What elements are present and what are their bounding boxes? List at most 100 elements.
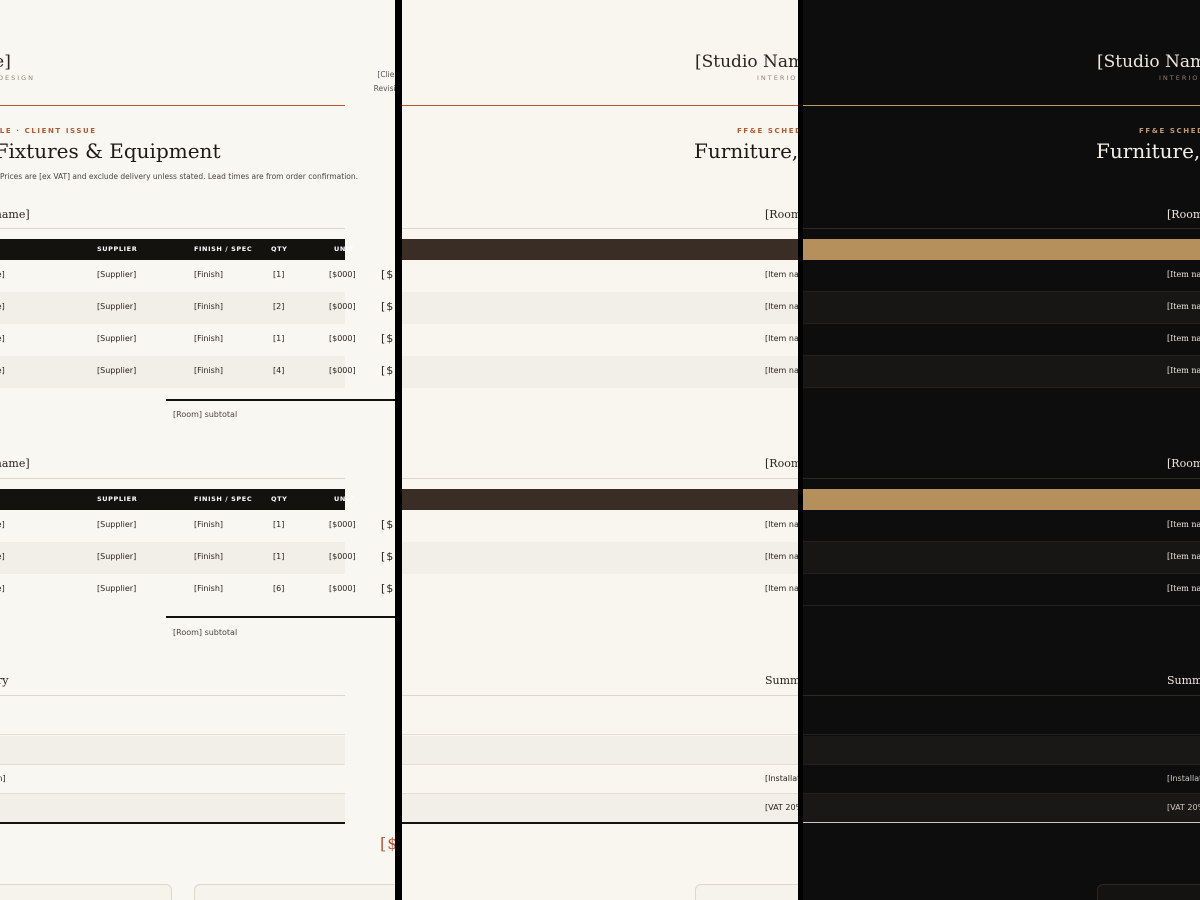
room-rule	[803, 478, 1200, 479]
summary-row-label: [Installation]	[765, 774, 798, 783]
item-supplier: [Supplier]	[97, 366, 137, 375]
preview-light-warm: [Studio Name] INTERIOR DESIGN [Client] R…	[402, 0, 798, 900]
grand-total-rule	[0, 822, 345, 824]
col-finish: FINISH / SPEC	[194, 245, 253, 253]
item-name: [Item name]	[1167, 302, 1200, 311]
page-title: Furniture, Fixtures & Equipment	[1096, 139, 1200, 163]
item-name: [Item name]	[765, 584, 798, 593]
item-total: [$000]	[381, 364, 395, 377]
summary-row	[803, 736, 1200, 765]
table-header: SUPPLIER FINISH / SPEC QTY UNIT	[803, 489, 1200, 510]
item-finish: [Finish]	[194, 302, 224, 311]
table-row: [Item name] [Supplier] [Finish] [6] [$00…	[803, 574, 1200, 606]
item-unit: [$000]	[329, 552, 356, 561]
room-rule	[0, 478, 345, 479]
summary-row: [Installation]	[0, 765, 345, 794]
meta-client: [Client]	[377, 70, 395, 79]
table-row: [Item name] [Supplier] [Finish] [6] [$00…	[402, 574, 798, 606]
summary-row	[402, 706, 798, 735]
item-name: [Item name]	[1167, 270, 1200, 279]
col-qty: QTY	[271, 495, 288, 503]
table-row: [Item name] [Supplier] [Finish] [4] [$00…	[0, 356, 395, 388]
signoff-card	[194, 884, 395, 900]
summary-row-label: [VAT 20%]	[1167, 803, 1200, 812]
item-name: [Item name]	[1167, 334, 1200, 343]
item-unit: [$000]	[329, 302, 356, 311]
item-unit: [$000]	[329, 366, 356, 375]
item-name: [Item name]	[1167, 584, 1200, 593]
table-row: [Item name] [Supplier] [Finish] [1] [$00…	[0, 510, 395, 542]
summary-row: [Installation]	[803, 765, 1200, 794]
grand-total-rule	[803, 822, 1200, 823]
room-rule	[402, 478, 798, 479]
room-heading: [Room name]	[1167, 208, 1200, 221]
item-supplier: [Supplier]	[97, 302, 137, 311]
item-finish: [Finish]	[194, 584, 224, 593]
item-name: [Item name]	[765, 302, 798, 311]
table-row: [Item name] [Supplier] [Finish] [1] [$00…	[803, 542, 1200, 574]
item-total: [$000]	[381, 300, 395, 313]
item-name: [Item name]	[0, 584, 5, 593]
table-row: [Item name] [Supplier] [Finish] [1] [$00…	[0, 324, 395, 356]
item-total: [$000]	[381, 332, 395, 345]
room-heading: [Room name]	[1167, 457, 1200, 470]
room-rule	[402, 228, 798, 229]
col-unit: UNIT	[334, 245, 354, 253]
room-subtotal-label: [Room] subtotal	[173, 410, 238, 419]
signoff-card	[1097, 884, 1200, 900]
item-name: [Item name]	[765, 520, 798, 529]
eyebrow-label: FF&E SCHEDULE · CLIENT ISSUE	[737, 127, 798, 135]
studio-name: [Studio Name]	[695, 52, 798, 72]
item-unit: [$000]	[329, 334, 356, 343]
item-unit: [$000]	[329, 270, 356, 279]
item-name: [Item name]	[0, 552, 5, 561]
table-row: [Item name] [Supplier] [Finish] [2] [$00…	[0, 292, 395, 324]
item-finish: [Finish]	[194, 366, 224, 375]
item-total: [$000]	[381, 582, 395, 595]
summary-row	[803, 706, 1200, 735]
summary-row: [VAT 20%]	[402, 794, 798, 823]
col-unit: UNIT	[334, 495, 354, 503]
item-name: [Item name]	[1167, 520, 1200, 529]
schedule-document: [Studio Name] INTERIOR DESIGN [Client] R…	[803, 0, 1200, 900]
item-total: [$000]	[381, 550, 395, 563]
item-name: [Item name]	[765, 334, 798, 343]
item-name: [Item name]	[0, 520, 5, 529]
summary-row: [VAT 20%]	[0, 794, 345, 823]
item-finish: [Finish]	[194, 520, 224, 529]
schedule-document: [Studio Name] INTERIOR DESIGN [Client] R…	[0, 0, 395, 900]
item-qty: [1]	[273, 520, 285, 529]
table-row: [Item name] [Supplier] [Finish] [1] [$00…	[402, 542, 798, 574]
subtotal-rule	[166, 616, 395, 618]
page-title: Furniture, Fixtures & Equipment	[694, 139, 798, 163]
preview-dark: [Studio Name] INTERIOR DESIGN [Client] R…	[803, 0, 1200, 900]
table-header: SUPPLIER FINISH / SPEC QTY UNIT	[402, 489, 798, 510]
item-supplier: [Supplier]	[97, 270, 137, 279]
table-row: [Item name] [Supplier] [Finish] [1] [$00…	[402, 260, 798, 292]
item-supplier: [Supplier]	[97, 334, 137, 343]
table-row: [Item name] [Supplier] [Finish] [2] [$00…	[402, 292, 798, 324]
document-meta: [Client] Revision	[205, 68, 395, 96]
summary-row: [Installation]	[402, 765, 798, 794]
room-rule	[0, 228, 345, 229]
table-row: [Item name] [Supplier] [Finish] [1] [$00…	[0, 542, 395, 574]
item-qty: [1]	[273, 552, 285, 561]
summary-rule	[803, 695, 1200, 696]
signoff-card	[0, 884, 172, 900]
header-rule	[402, 105, 798, 106]
table-row: [Item name] [Supplier] [Finish] [1] [$00…	[402, 324, 798, 356]
item-name: [Item name]	[1167, 552, 1200, 561]
grand-total: [$000]	[380, 834, 395, 853]
col-qty: QTY	[271, 245, 288, 253]
table-row: [Item name] [Supplier] [Finish] [1] [$00…	[0, 260, 395, 292]
item-supplier: [Supplier]	[97, 520, 137, 529]
item-finish: [Finish]	[194, 552, 224, 561]
room-heading: [Room name]	[0, 457, 30, 470]
item-name: [Item name]	[0, 302, 5, 311]
item-name: [Item name]	[0, 366, 5, 375]
summary-row	[402, 736, 798, 765]
item-name: [Item name]	[765, 270, 798, 279]
item-name: [Item name]	[765, 552, 798, 561]
studio-name: [Studio Name]	[0, 52, 11, 72]
summary-heading: Summary	[765, 674, 798, 687]
